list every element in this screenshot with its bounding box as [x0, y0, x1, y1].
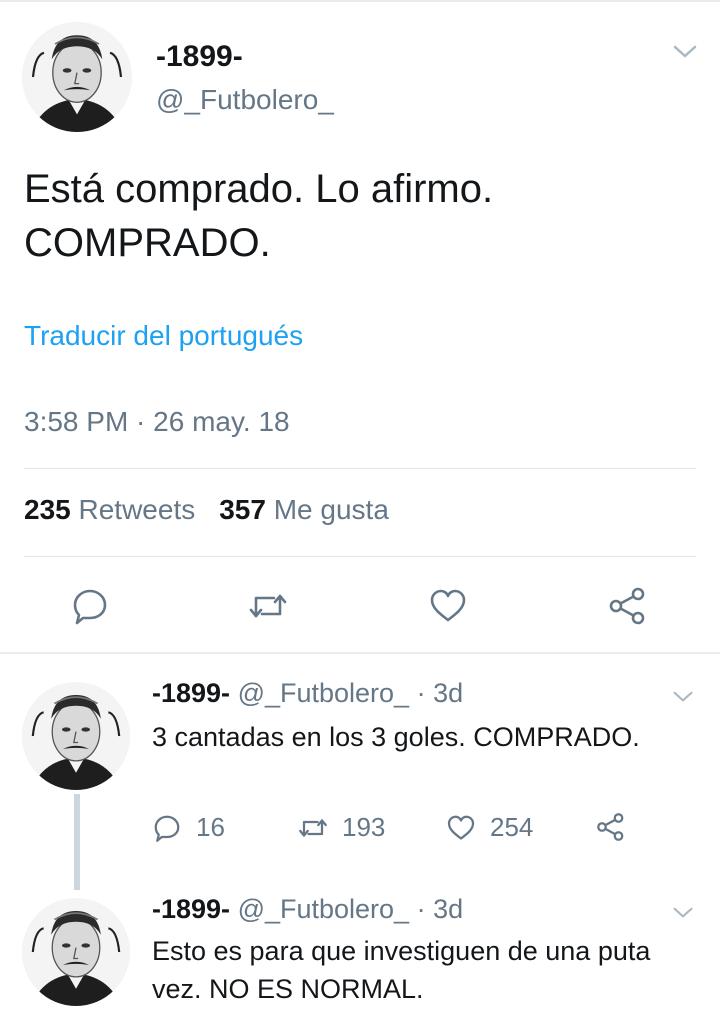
engagement-stats: 235 Retweets 357 Me gusta: [24, 494, 389, 526]
retweets-count: 235: [24, 494, 71, 525]
user-handle[interactable]: @_Futbolero_: [238, 678, 410, 708]
avatar[interactable]: [22, 898, 130, 1006]
share-icon: [597, 813, 624, 841]
portrait-image: [22, 898, 130, 1006]
retweet-icon[interactable]: [248, 586, 288, 626]
reply-count: 16: [196, 812, 225, 842]
thread-connector: [74, 794, 80, 890]
user-handle[interactable]: @_Futbolero_: [238, 894, 410, 924]
user-handle[interactable]: @_Futbolero_: [156, 84, 334, 116]
display-name[interactable]: -1899-: [152, 678, 230, 708]
tweet-age: · 3d: [416, 678, 464, 708]
translate-link[interactable]: Traducir del portugués: [24, 320, 303, 352]
chevron-down-icon[interactable]: [672, 690, 694, 704]
divider: [24, 556, 696, 557]
like-action[interactable]: 254: [446, 812, 533, 843]
retweet-icon: [299, 818, 327, 837]
reply-action-bar: 16 193 254: [152, 812, 652, 852]
retweet-count: 193: [342, 812, 386, 842]
retweet-action[interactable]: 193: [298, 812, 385, 843]
retweets-stat[interactable]: 235 Retweets: [24, 494, 195, 525]
avatar[interactable]: [22, 682, 130, 790]
chevron-down-icon[interactable]: [672, 906, 694, 920]
avatar[interactable]: [22, 22, 132, 132]
like-count: 254: [490, 812, 534, 842]
reply-action[interactable]: 16: [152, 812, 225, 843]
share-icon[interactable]: [608, 586, 648, 626]
divider: [24, 468, 696, 469]
like-icon: [447, 815, 475, 840]
likes-label: Me gusta: [273, 494, 389, 525]
top-border: [0, 0, 720, 2]
retweets-label: Retweets: [78, 494, 196, 525]
reply-text: Esto es para que investiguen de una puta…: [152, 936, 651, 1004]
display-name[interactable]: -1899-: [156, 40, 243, 74]
portrait-image: [22, 22, 132, 132]
reply-icon: [154, 815, 180, 842]
section-separator: [0, 652, 720, 654]
likes-stat[interactable]: 357 Me gusta: [219, 494, 389, 525]
timestamp[interactable]: 3:58 PM · 26 may. 18: [24, 406, 290, 438]
display-name[interactable]: -1899-: [152, 894, 230, 924]
reply-icon[interactable]: [70, 586, 110, 626]
share-action[interactable]: [596, 812, 640, 842]
like-icon[interactable]: [428, 586, 468, 626]
tweet-text-line: COMPRADO.: [24, 221, 271, 265]
tweet-age: · 3d: [416, 894, 464, 924]
tweet-text: Está comprado. Lo afirmo. COMPRADO.: [24, 162, 694, 270]
portrait-image: [22, 682, 130, 790]
reply-text: 3 cantadas en los 3 goles. COMPRADO.: [152, 722, 640, 752]
reply-header: -1899- @_Futbolero_ · 3d: [152, 894, 463, 925]
chevron-down-icon[interactable]: [672, 44, 698, 60]
reply-header: -1899- @_Futbolero_ · 3d: [152, 678, 463, 709]
tweet-text-line: Está comprado. Lo afirmo.: [24, 167, 494, 211]
likes-count: 357: [219, 494, 266, 525]
